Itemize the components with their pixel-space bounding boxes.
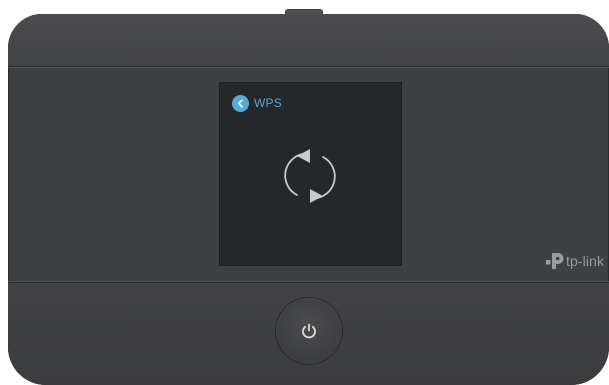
power-button[interactable] <box>276 298 342 364</box>
back-button[interactable] <box>232 95 249 112</box>
tp-link-logo-icon <box>546 253 564 269</box>
brand-name: tp-link <box>566 253 605 269</box>
device-screen: WPS <box>219 82 402 266</box>
sync-icon <box>284 149 336 203</box>
chevron-left-icon <box>237 99 243 108</box>
device-mockup: WPS tp-link <box>0 0 609 385</box>
top-band-edge <box>8 67 609 68</box>
device-top-band <box>8 14 609 67</box>
mifi-device-body: WPS tp-link <box>8 14 609 385</box>
screen-title: WPS <box>254 96 282 110</box>
power-icon <box>302 323 316 339</box>
brand-logo: tp-link <box>546 250 604 272</box>
